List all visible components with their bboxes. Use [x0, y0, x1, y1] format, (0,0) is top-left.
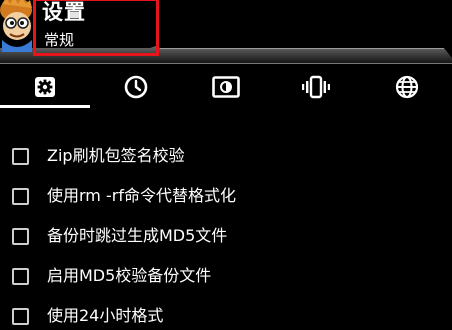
- tab-bar: [0, 68, 452, 106]
- option-label: 使用rm -rf命令代替格式化: [47, 186, 236, 205]
- checkbox[interactable]: [12, 268, 29, 285]
- header: 设置 常规: [0, 0, 452, 66]
- brightness-icon: [212, 76, 240, 98]
- checkbox[interactable]: [12, 308, 29, 325]
- tab-language[interactable]: [362, 68, 452, 106]
- tab-display[interactable]: [181, 68, 271, 106]
- checkbox[interactable]: [12, 228, 29, 245]
- option-skip-md5-generation[interactable]: 备份时跳过生成MD5文件: [0, 218, 452, 254]
- option-label: 备份时跳过生成MD5文件: [47, 226, 228, 245]
- tab-vibration[interactable]: [271, 68, 361, 106]
- tab-general[interactable]: [0, 68, 90, 106]
- settings-screen: 设置 常规 Zip刷机包签名校验 使用rm -rf命令代替格式化 备份时跳过生成…: [0, 0, 452, 330]
- globe-icon: [395, 75, 418, 99]
- option-24-hour-format[interactable]: 使用24小时格式: [0, 298, 452, 330]
- option-label: 启用MD5校验备份文件: [47, 266, 212, 285]
- gear-icon: [35, 77, 56, 97]
- option-md5-verify-backup[interactable]: 启用MD5校验备份文件: [0, 258, 452, 294]
- option-zip-signature-check[interactable]: Zip刷机包签名校验: [0, 138, 452, 174]
- clock-icon: [124, 75, 147, 99]
- app-logo-icon: [0, 0, 32, 52]
- tab-time[interactable]: [90, 68, 180, 106]
- page-title: 设置: [42, 0, 86, 24]
- vibration-icon: [302, 75, 331, 99]
- option-label: Zip刷机包签名校验: [47, 146, 185, 165]
- checkbox[interactable]: [12, 148, 29, 165]
- checkbox[interactable]: [12, 188, 29, 205]
- page-subtitle: 常规: [44, 31, 75, 49]
- tab-selected-indicator: [0, 105, 90, 108]
- option-rm-rf-format[interactable]: 使用rm -rf命令代替格式化: [0, 178, 452, 214]
- option-label: 使用24小时格式: [47, 306, 164, 325]
